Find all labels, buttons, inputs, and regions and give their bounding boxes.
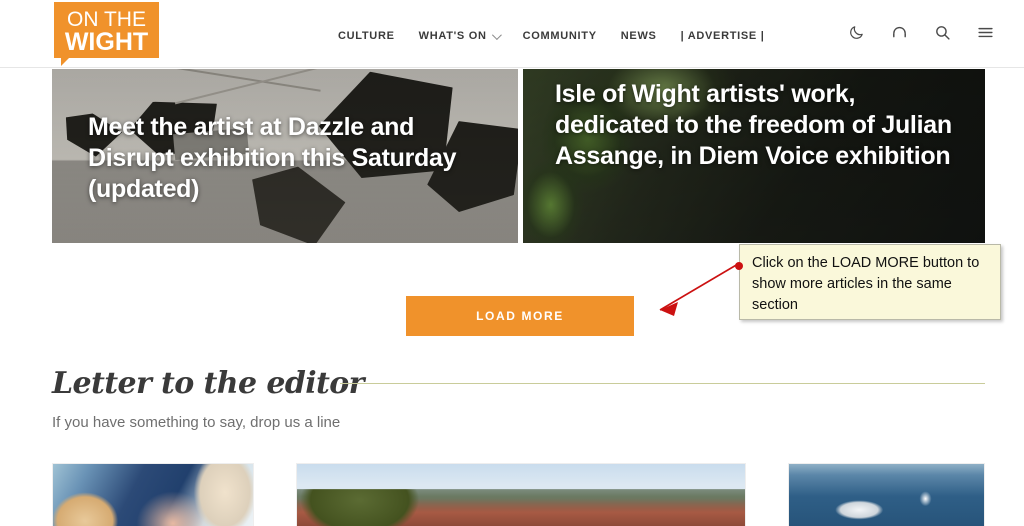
article-card[interactable] — [296, 463, 746, 526]
annotation-text: Click on the LOAD MORE button to show mo… — [752, 255, 980, 313]
article-card-row — [52, 463, 985, 526]
nav-item-label: CULTURE — [338, 30, 395, 42]
search-icon[interactable] — [934, 24, 951, 41]
hero-card-title: Isle of Wight artists' work, dedicated t… — [555, 80, 952, 170]
site-logo[interactable]: ON THE WIGHT — [54, 2, 159, 66]
dark-mode-moon-icon[interactable] — [848, 24, 865, 41]
audio-headphones-icon[interactable] — [891, 24, 908, 41]
nav-item-culture[interactable]: CULTURE — [338, 30, 395, 42]
header-icon-group — [848, 24, 994, 41]
article-thumbnail-image — [789, 464, 984, 526]
hero-card-title: Meet the artist at Dazzle and Disrupt ex… — [88, 113, 457, 203]
main-navigation: CULTURE WHAT'S ON COMMUNITY NEWS | ADVER… — [338, 27, 765, 45]
letter-section-title: Letter to the editor — [52, 366, 364, 401]
article-thumbnail-image — [297, 464, 745, 526]
hero-card-dazzle-disrupt[interactable]: Meet the artist at Dazzle and Disrupt ex… — [52, 69, 518, 243]
nav-item-advertise[interactable]: | ADVERTISE | — [681, 30, 765, 42]
annotation-anchor-dot — [735, 262, 743, 270]
letter-section-subtitle: If you have something to say, drop us a … — [52, 414, 341, 431]
article-thumbnail-image — [53, 464, 253, 526]
article-card[interactable] — [52, 463, 254, 526]
logo-line-2: WIGHT — [64, 28, 149, 56]
nav-item-whats-on[interactable]: WHAT'S ON — [418, 29, 502, 42]
hero-card-diem-voice[interactable]: Isle of Wight artists' work, dedicated t… — [523, 69, 985, 243]
page-root: ON THE WIGHT CULTURE WHAT'S ON COMMUNITY… — [0, 0, 1024, 526]
logo-bubble-tail — [61, 57, 70, 66]
site-header: ON THE WIGHT CULTURE WHAT'S ON COMMUNITY… — [0, 0, 1024, 68]
nav-item-label: WHAT'S ON — [418, 30, 487, 42]
hero-featured-row: Meet the artist at Dazzle and Disrupt ex… — [52, 69, 985, 243]
section-divider-rule — [340, 383, 985, 384]
letter-section-header: Letter to the editor — [52, 366, 985, 402]
chevron-down-icon — [491, 29, 502, 40]
nav-item-label: NEWS — [620, 30, 657, 42]
load-more-button[interactable]: LOAD MORE — [406, 296, 634, 336]
article-card[interactable] — [788, 463, 985, 526]
annotation-callout-box: Click on the LOAD MORE button to show mo… — [739, 244, 1001, 320]
nav-item-label: | ADVERTISE | — [680, 30, 765, 42]
nav-item-community[interactable]: COMMUNITY — [523, 30, 597, 42]
nav-item-news[interactable]: NEWS — [621, 30, 657, 42]
hamburger-menu-icon[interactable] — [977, 24, 994, 41]
nav-item-label: COMMUNITY — [522, 30, 597, 42]
